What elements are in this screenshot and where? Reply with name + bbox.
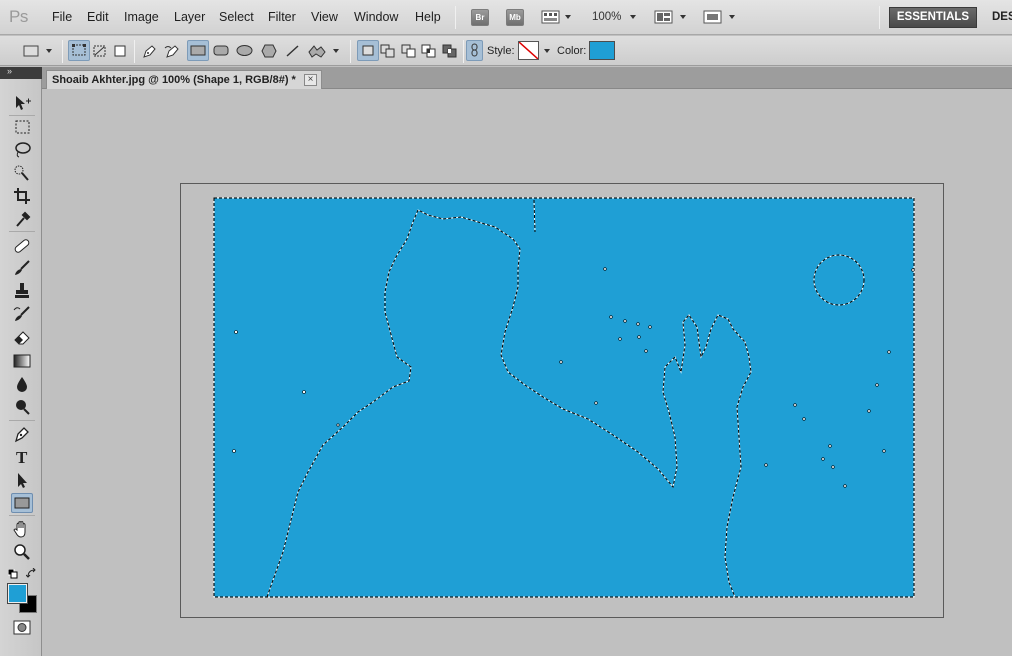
intersect-shape-icon[interactable] <box>421 44 436 58</box>
blur-drop-icon[interactable] <box>11 374 33 394</box>
hand-icon[interactable] <box>11 519 33 539</box>
style-label: Style: <box>487 45 515 57</box>
tool-separator <box>9 420 35 421</box>
zoom-icon[interactable] <box>11 542 33 562</box>
zoom-level-dropdown[interactable]: 100% <box>592 11 621 23</box>
menu-select[interactable]: Select <box>219 10 254 24</box>
create-new-shape-button[interactable] <box>357 40 379 61</box>
style-picker[interactable] <box>518 41 539 60</box>
chevron-down-icon[interactable] <box>333 49 339 53</box>
fill-pixels-button[interactable] <box>113 44 128 57</box>
tool-preset-picker[interactable] <box>22 43 58 62</box>
options-separator <box>350 40 351 63</box>
menu-separator <box>455 6 456 29</box>
paths-button[interactable] <box>92 44 107 57</box>
add-to-shape-icon[interactable] <box>380 44 395 58</box>
shape-layer-fill <box>214 198 914 597</box>
options-bar: Style: Color: <box>0 36 1012 66</box>
eyedropper-icon[interactable] <box>11 209 33 229</box>
collapse-arrows-icon[interactable]: » <box>7 66 12 76</box>
polygon-icon[interactable] <box>261 44 277 58</box>
close-icon[interactable]: × <box>304 74 317 86</box>
healing-brush-icon[interactable] <box>11 235 33 255</box>
foreground-color-swatch[interactable] <box>7 583 28 604</box>
rect-marquee-icon[interactable] <box>11 117 33 137</box>
tools-panel-header[interactable]: » <box>0 66 42 79</box>
pen-icon[interactable] <box>11 424 33 444</box>
chevron-down-icon[interactable] <box>630 15 636 19</box>
options-separator <box>134 40 135 63</box>
chevron-down-icon[interactable] <box>544 49 550 53</box>
freeform-pen-icon[interactable] <box>164 44 179 58</box>
move-tool-icon[interactable] <box>11 93 33 113</box>
pen-tool-icon[interactable] <box>141 44 156 58</box>
tools-panel: T <box>0 79 42 656</box>
document-tab-title: Shoaib Akhter.jpg @ 100% (Shape 1, RGB/8… <box>52 74 296 86</box>
menu-image[interactable]: Image <box>124 10 159 24</box>
workspace-design-button[interactable]: DES <box>992 11 1012 23</box>
menu-file[interactable]: File <box>52 10 72 24</box>
type-tool-icon[interactable]: T <box>11 447 33 467</box>
document-canvas[interactable] <box>213 197 916 600</box>
eraser-icon[interactable] <box>11 327 33 347</box>
rounded-rectangle-icon[interactable] <box>213 44 229 57</box>
extras-menu-icon[interactable] <box>541 9 571 28</box>
bridge-button[interactable]: Br <box>471 9 489 26</box>
line-icon[interactable] <box>285 44 300 57</box>
dodge-icon[interactable] <box>11 397 33 417</box>
workspace-essentials-button[interactable]: ESSENTIALS <box>889 7 977 28</box>
rectangle-shape-icon[interactable] <box>11 493 33 513</box>
subtract-shape-icon[interactable] <box>401 44 416 58</box>
gradient-icon[interactable] <box>11 351 33 371</box>
document-tab-bar: Shoaib Akhter.jpg @ 100% (Shape 1, RGB/8… <box>42 67 1012 89</box>
tool-separator <box>9 231 35 232</box>
brush-icon[interactable] <box>11 258 33 278</box>
menu-bar: Ps File Edit Image Layer Select Filter V… <box>0 0 1012 35</box>
swap-colors-icon[interactable] <box>25 567 37 582</box>
color-label: Color: <box>557 45 587 57</box>
exclude-overlap-icon[interactable] <box>442 44 457 58</box>
mini-bridge-button[interactable]: Mb <box>506 9 524 26</box>
tool-separator <box>9 115 35 116</box>
clone-stamp-icon[interactable] <box>11 281 33 301</box>
quick-selection-icon[interactable] <box>11 163 33 183</box>
crop-icon[interactable] <box>11 186 33 206</box>
photoshop-logo: Ps <box>9 7 28 26</box>
default-colors-icon[interactable] <box>7 568 18 582</box>
quick-mask-icon[interactable] <box>13 620 31 638</box>
menu-separator <box>879 6 880 29</box>
type-tool-glyph: T <box>16 448 28 467</box>
link-style-icon[interactable] <box>466 40 483 61</box>
lasso-icon[interactable] <box>11 140 33 160</box>
tool-separator <box>9 515 35 516</box>
custom-shape-icon[interactable] <box>307 44 326 58</box>
menu-edit[interactable]: Edit <box>87 10 109 24</box>
menu-view[interactable]: View <box>311 10 338 24</box>
menu-layer[interactable]: Layer <box>174 10 205 24</box>
options-separator <box>62 40 63 63</box>
menu-help[interactable]: Help <box>415 10 441 24</box>
rectangle-tool-option[interactable] <box>187 40 209 61</box>
shape-color-swatch[interactable] <box>589 41 615 60</box>
arrange-documents-icon[interactable] <box>654 9 688 28</box>
path-selection-icon[interactable] <box>11 470 33 490</box>
ellipse-icon[interactable] <box>236 44 253 57</box>
menu-window[interactable]: Window <box>354 10 398 24</box>
screen-mode-icon[interactable] <box>703 9 737 28</box>
shape-layers-button[interactable] <box>68 40 90 61</box>
history-brush-icon[interactable] <box>11 304 33 324</box>
document-tab[interactable]: Shoaib Akhter.jpg @ 100% (Shape 1, RGB/8… <box>46 70 322 89</box>
options-separator <box>463 40 464 63</box>
menu-filter[interactable]: Filter <box>268 10 296 24</box>
